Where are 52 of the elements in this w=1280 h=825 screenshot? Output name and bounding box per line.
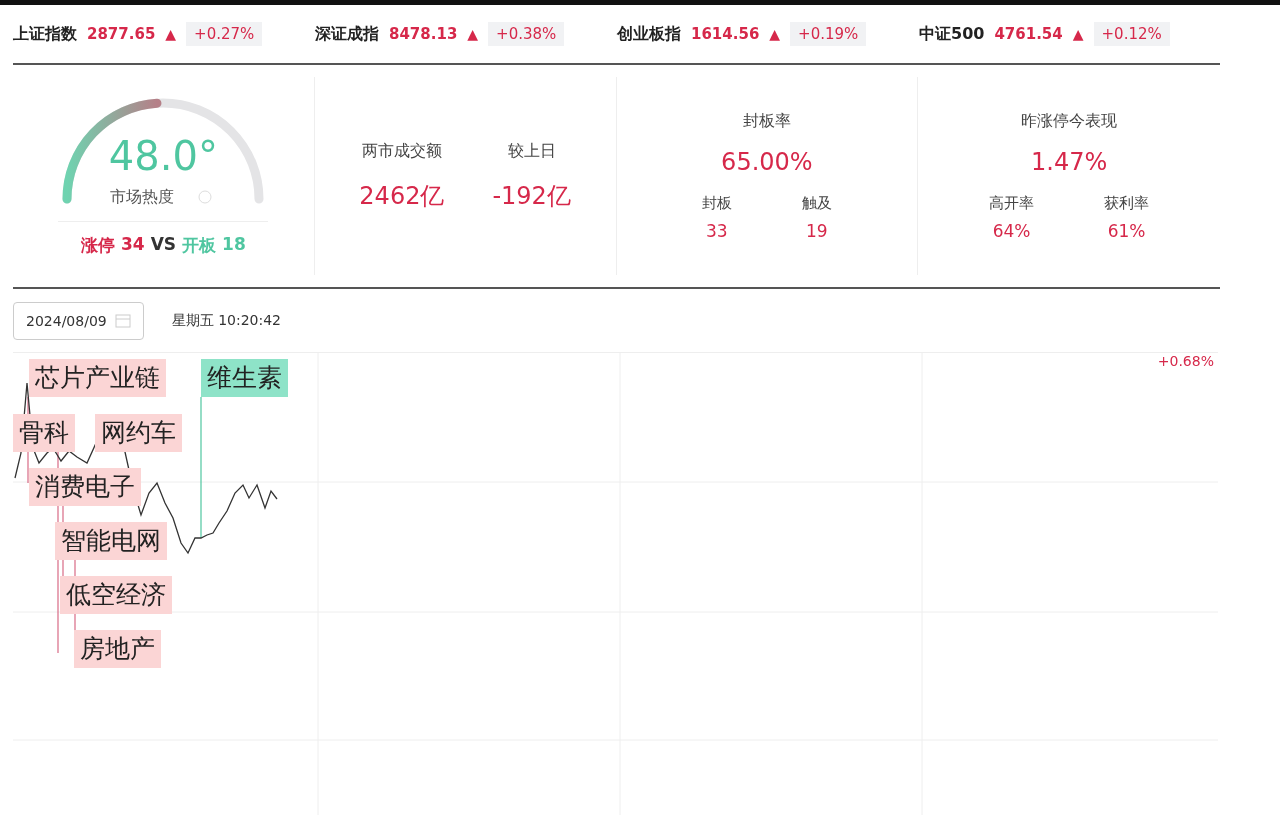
up-arrow: ▲ <box>467 26 479 42</box>
stat-label: 触及 <box>801 194 832 213</box>
stat-value: 1.47% <box>1031 148 1108 176</box>
stat-value: 61% <box>1107 221 1146 241</box>
stat-value: 65.00% <box>721 148 813 176</box>
date-field[interactable]: 2024/08/09 <box>13 302 144 340</box>
stat-value: 33 <box>706 221 728 241</box>
index-value: 4761.54 <box>994 25 1063 43</box>
heat-label: 市场热度 <box>110 187 175 208</box>
sector-tag: 消费电子 <box>29 468 141 506</box>
index-value: 1614.56 <box>691 25 760 43</box>
stat-title: 封板率 <box>742 111 791 132</box>
sector-tag: 骨科 <box>13 414 75 452</box>
index-change: +0.27% <box>186 22 263 46</box>
limit-up-count: 34 <box>121 234 145 256</box>
limit-up-label: 涨停 <box>81 234 115 257</box>
up-arrow: ▲ <box>165 26 177 42</box>
stat-label: 封板 <box>701 194 732 213</box>
help-icon[interactable] <box>198 190 213 204</box>
stat-value: 2462亿 <box>359 180 445 212</box>
sector-tag: 低空经济 <box>60 576 172 614</box>
opened-label: 开板 <box>182 234 217 257</box>
index-value: 2877.65 <box>87 25 156 43</box>
index-name: 创业板指 <box>617 23 681 45</box>
stat-value: 19 <box>806 221 828 241</box>
heat-value: 48.0° <box>107 133 219 179</box>
stat-label: 较上日 <box>507 140 556 162</box>
up-arrow: ▲ <box>769 26 781 42</box>
sector-tag: 芯片产业链 <box>29 359 166 397</box>
index-change: +0.38% <box>488 22 565 46</box>
up-arrow: ▲ <box>1072 26 1084 42</box>
index-name: 中证500 <box>919 23 985 45</box>
change-axis-label: +0.68% <box>1157 353 1214 369</box>
sector-tag: 网约车 <box>95 414 182 452</box>
index-value: 8478.13 <box>389 25 458 43</box>
stat-label: 两市成交额 <box>361 140 442 162</box>
sector-tag: 维生素 <box>201 359 288 397</box>
stat-label: 高开率 <box>989 194 1035 213</box>
stat-label: 获利率 <box>1104 194 1150 213</box>
stat-title: 昨涨停今表现 <box>1021 111 1118 132</box>
index-change: +0.12% <box>1093 22 1170 46</box>
date-time: 星期五 10:20:42 <box>171 312 282 330</box>
opened-count: 18 <box>222 234 246 256</box>
stat-value: -192亿 <box>492 180 571 212</box>
index-name: 深证成指 <box>315 23 379 45</box>
index-name: 上证指数 <box>13 23 77 45</box>
stat-value: 64% <box>992 221 1031 241</box>
calendar-icon <box>114 314 131 328</box>
sector-tag: 智能电网 <box>55 522 167 560</box>
index-change: +0.19% <box>790 22 867 46</box>
vs-label: VS <box>150 234 177 256</box>
sector-tag: 房地产 <box>74 630 161 668</box>
